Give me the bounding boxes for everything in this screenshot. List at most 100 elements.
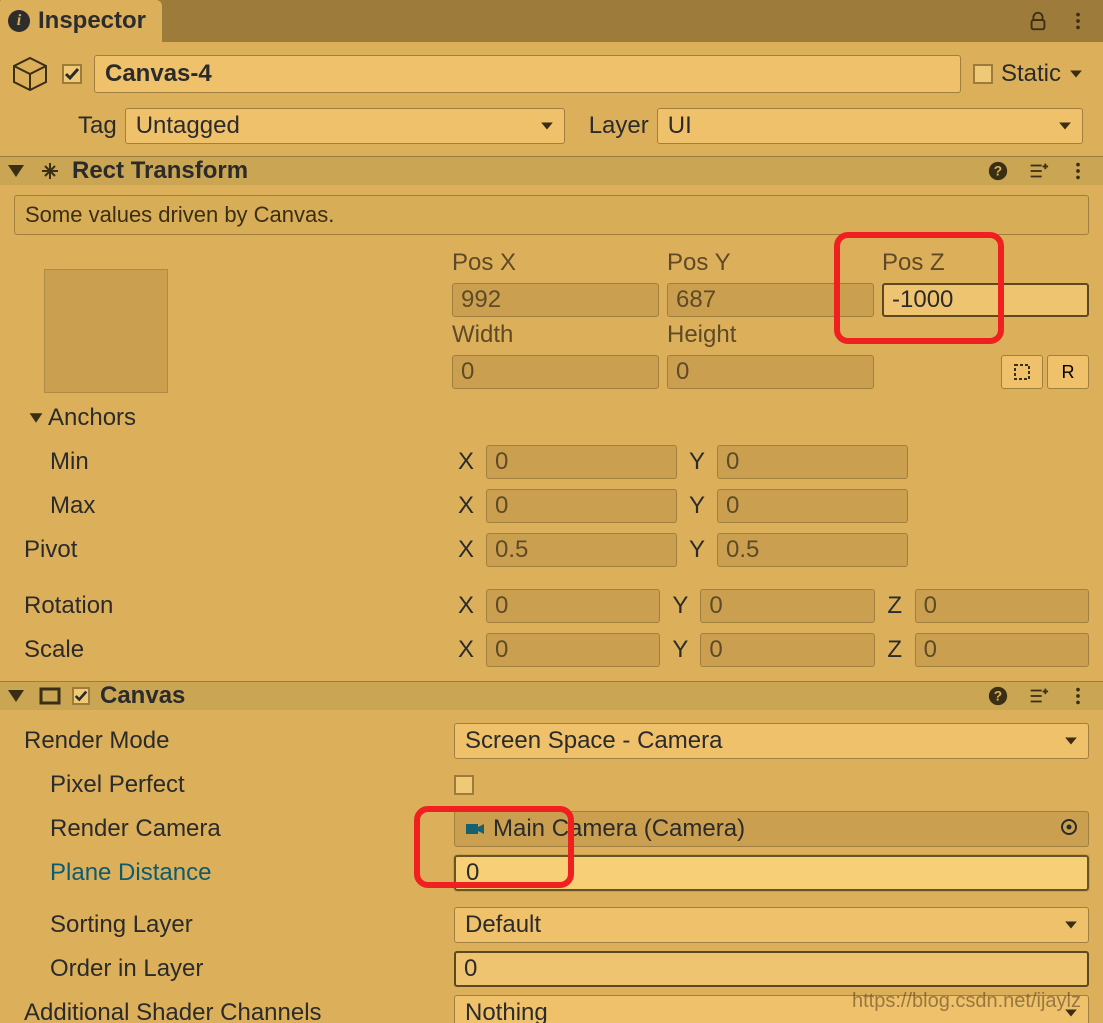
kebab-menu-icon[interactable] [1067, 160, 1089, 182]
anchor-preset[interactable] [44, 269, 168, 393]
canvas-enabled-checkbox[interactable] [72, 687, 90, 705]
raw-edit-button[interactable]: R [1047, 355, 1089, 389]
camera-icon [465, 821, 485, 837]
layer-dropdown[interactable]: UI [657, 108, 1083, 144]
posx-label: Pos X [452, 249, 659, 277]
object-picker-icon[interactable] [1060, 815, 1078, 843]
order-in-layer-input[interactable] [454, 951, 1089, 987]
height-input[interactable] [667, 355, 874, 389]
rotation-z-input[interactable] [915, 589, 1089, 623]
shader-channels-value: Nothing [465, 999, 548, 1023]
layer-label: Layer [589, 112, 649, 140]
shader-channels-dropdown[interactable]: Nothing [454, 995, 1089, 1023]
y-label: Y [668, 633, 692, 667]
canvas-body: Render Mode Screen Space - Camera Pixel … [0, 710, 1103, 1023]
x-label: X [454, 633, 478, 667]
pixel-perfect-label: Pixel Perfect [14, 771, 454, 799]
tab-bar: i Inspector [0, 0, 1103, 42]
chevron-down-icon [1064, 999, 1078, 1023]
kebab-menu-icon[interactable] [1067, 685, 1089, 707]
plane-distance-label: Plane Distance [50, 859, 211, 886]
render-camera-label: Render Camera [14, 815, 454, 843]
plane-distance-input[interactable] [454, 855, 1089, 891]
scale-z-input[interactable] [915, 633, 1089, 667]
svg-text:?: ? [994, 164, 1002, 179]
y-label: Y [668, 589, 692, 623]
x-label: X [454, 589, 478, 623]
preset-icon[interactable] [1027, 685, 1049, 707]
y-label: Y [685, 489, 709, 523]
pivot-y-input[interactable] [717, 533, 908, 567]
tag-value: Untagged [136, 112, 240, 140]
chevron-down-icon [540, 112, 554, 140]
posy-label: Pos Y [667, 249, 874, 277]
gameobject-name-input[interactable] [94, 55, 961, 93]
anchors-max-label: Max [50, 492, 95, 520]
anchor-min-x-input[interactable] [486, 445, 677, 479]
y-label: Y [685, 533, 709, 567]
render-camera-field[interactable]: Main Camera (Camera) [454, 811, 1089, 847]
static-label: Static [1001, 60, 1061, 88]
rotation-x-input[interactable] [486, 589, 660, 623]
info-icon: i [8, 10, 30, 32]
canvas-component-header[interactable]: Canvas ? [0, 681, 1103, 710]
inspector-tab[interactable]: i Inspector [0, 0, 162, 42]
rotation-label: Rotation [24, 592, 113, 620]
foldout-icon [8, 165, 24, 177]
kebab-menu-icon[interactable] [1067, 10, 1089, 32]
canvas-icon [38, 684, 62, 708]
help-icon[interactable]: ? [987, 685, 1009, 707]
rect-transform-component-header[interactable]: Rect Transform ? [0, 156, 1103, 185]
tab-title: Inspector [38, 7, 146, 35]
sorting-layer-value: Default [465, 911, 541, 939]
pivot-label: Pivot [24, 536, 77, 564]
gameobject-icon [10, 54, 50, 94]
chevron-down-icon [1064, 727, 1078, 755]
rect-transform-icon [38, 159, 62, 183]
chevron-down-icon [1058, 112, 1072, 140]
static-checkbox[interactable] [973, 64, 993, 84]
scale-label: Scale [24, 636, 84, 664]
gameobject-header: Static Tag Untagged Layer UI [0, 42, 1103, 156]
anchor-max-x-input[interactable] [486, 489, 677, 523]
posz-label: Pos Z [882, 249, 1089, 277]
posz-input[interactable] [882, 283, 1089, 317]
x-label: X [454, 489, 478, 523]
chevron-down-icon [1064, 911, 1078, 939]
rect-transform-body: Some values driven by Canvas. Pos X Pos … [0, 185, 1103, 681]
lock-icon[interactable] [1027, 10, 1049, 32]
rotation-y-input[interactable] [700, 589, 874, 623]
width-input[interactable] [452, 355, 659, 389]
x-label: X [454, 533, 478, 567]
posx-input[interactable] [452, 283, 659, 317]
width-label: Width [452, 321, 659, 349]
blueprint-mode-button[interactable] [1001, 355, 1043, 389]
posy-input[interactable] [667, 283, 874, 317]
layer-value: UI [668, 112, 692, 140]
render-mode-dropdown[interactable]: Screen Space - Camera [454, 723, 1089, 759]
anchors-min-label: Min [50, 448, 89, 476]
z-label: Z [883, 589, 907, 623]
pivot-x-input[interactable] [486, 533, 677, 567]
preset-icon[interactable] [1027, 160, 1049, 182]
help-icon[interactable]: ? [987, 160, 1009, 182]
pixel-perfect-checkbox[interactable] [454, 775, 474, 795]
render-camera-value: Main Camera (Camera) [493, 815, 745, 843]
anchors-label: Anchors [48, 404, 136, 432]
scale-x-input[interactable] [486, 633, 660, 667]
sorting-layer-label: Sorting Layer [14, 911, 454, 939]
foldout-icon [8, 690, 24, 702]
svg-text:?: ? [994, 689, 1002, 704]
static-dropdown-icon[interactable] [1069, 60, 1083, 88]
z-label: Z [883, 633, 907, 667]
sorting-layer-dropdown[interactable]: Default [454, 907, 1089, 943]
anchor-max-y-input[interactable] [717, 489, 908, 523]
x-label: X [454, 445, 478, 479]
tag-dropdown[interactable]: Untagged [125, 108, 565, 144]
scale-y-input[interactable] [700, 633, 874, 667]
active-checkbox[interactable] [62, 64, 82, 84]
shader-channels-label: Additional Shader Channels [14, 999, 454, 1023]
foldout-icon[interactable] [30, 413, 43, 423]
render-mode-label: Render Mode [14, 727, 454, 755]
anchor-min-y-input[interactable] [717, 445, 908, 479]
